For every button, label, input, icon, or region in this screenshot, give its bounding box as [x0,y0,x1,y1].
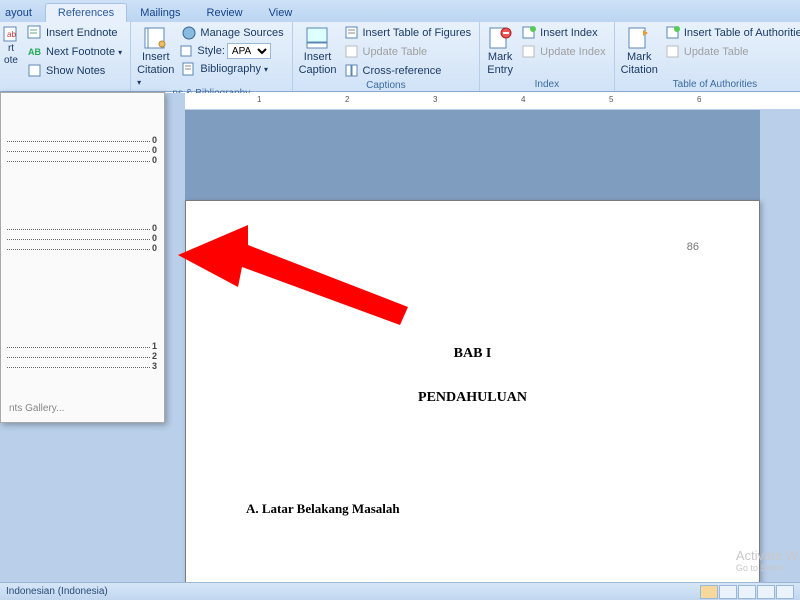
toc-preview-line: 3 [7,361,158,371]
status-language[interactable]: Indonesian (Indonesia) [6,586,108,597]
svg-text:AB: AB [28,47,41,57]
mark-entry-icon [486,26,514,50]
ribbon-tab-bar: ayout References Mailings Review View [0,0,800,22]
group-label-index: Index [486,79,607,91]
insert-index-button[interactable]: Insert Index [519,24,607,42]
print-layout-view-button[interactable] [700,585,718,599]
insert-toa-button[interactable]: Insert Table of Authorities [663,24,800,42]
tab-references[interactable]: References [45,3,127,22]
heading-bab: BAB I [186,346,759,362]
endnote-icon [27,25,43,41]
svg-text:ab: ab [7,30,16,39]
bibliography-icon [181,61,197,77]
next-footnote-icon: AB [27,44,43,60]
ribbon: ab rt ote Insert Endnote AB Next Footnot… [0,22,800,92]
toc-preview-line: 0 [7,145,158,155]
insert-table-of-figures-button[interactable]: Insert Table of Figures [342,24,474,42]
insert-endnote-button[interactable]: Insert Endnote [25,24,124,42]
heading-pendahuluan: PENDAHULUAN [186,390,759,406]
activate-windows-watermark: Activate W Go to Settin [736,548,798,574]
toc-preview-line: 0 [7,223,158,233]
tab-page-layout[interactable]: ayout [0,3,45,22]
update-index-button: Update Index [519,43,607,61]
next-footnote-button[interactable]: AB Next Footnote ▾ [25,43,124,61]
update-toa-icon [665,44,681,60]
status-bar: Indonesian (Indonesia) [0,582,800,600]
insert-toa-icon [665,25,681,41]
group-label-captions: Captions [299,80,474,92]
page-number: 86 [687,241,699,253]
toc-preview-line: 0 [7,155,158,165]
section-a-heading: A. Latar Belakang Masalah [246,501,759,517]
draft-view-button[interactable] [776,585,794,599]
style-icon [179,43,195,59]
toc-preview-line: 1 [7,341,158,351]
insert-citation-button[interactable]: Insert Citation ▾ [137,24,174,88]
chevron-down-icon: ▾ [137,78,141,87]
update-icon [344,44,360,60]
manage-sources-icon [181,25,197,41]
toc-preview-line: 0 [7,135,158,145]
style-dropdown[interactable]: APA [227,43,271,59]
toc-gallery-link[interactable]: nts Gallery... [7,399,158,418]
show-notes-icon [27,63,43,79]
insert-footnote-button[interactable]: ab rt ote [2,24,20,66]
crossref-icon [344,63,360,79]
document-page[interactable]: 86 BAB I PENDAHULUAN A. Latar Belakang M… [185,200,760,582]
full-screen-view-button[interactable] [719,585,737,599]
cross-reference-button[interactable]: Cross-reference [342,62,474,80]
tof-icon [344,25,360,41]
toc-gallery-dropdown[interactable]: 0 0 0 0 0 0 1 2 3 nts Gallery... [0,92,165,423]
mark-citation-button[interactable]: Mark Citation [621,24,658,76]
group-label-footnotes [2,80,124,92]
show-notes-button[interactable]: Show Notes [25,62,124,80]
insert-caption-button[interactable]: Insert Caption [299,24,337,76]
bibliography-button[interactable]: Bibliography ▾ [179,60,285,78]
toc-preview-line: 0 [7,243,158,253]
chevron-down-icon: ▾ [264,65,268,74]
tab-review[interactable]: Review [194,3,256,22]
outline-view-button[interactable] [757,585,775,599]
manage-sources-button[interactable]: Manage Sources [179,24,285,42]
mark-citation-icon [625,26,653,50]
toc-preview-line: 0 [7,233,158,243]
tab-mailings[interactable]: Mailings [127,3,193,22]
insert-index-icon [521,25,537,41]
update-toa-button: Update Table [663,43,800,61]
citation-icon [142,26,170,50]
toc-preview-line: 2 [7,351,158,361]
group-label-toa: Table of Authorities [621,79,800,91]
update-index-icon [521,44,537,60]
view-buttons [700,585,794,599]
caption-icon [304,26,332,50]
footnote-icon: ab [3,26,19,42]
chevron-down-icon: ▾ [118,48,122,57]
tab-view[interactable]: View [256,3,306,22]
update-table-button: Update Table [342,43,474,61]
web-layout-view-button[interactable] [738,585,756,599]
mark-entry-button[interactable]: Mark Entry [486,24,514,76]
citation-style-select[interactable]: Style: APA [179,43,285,59]
